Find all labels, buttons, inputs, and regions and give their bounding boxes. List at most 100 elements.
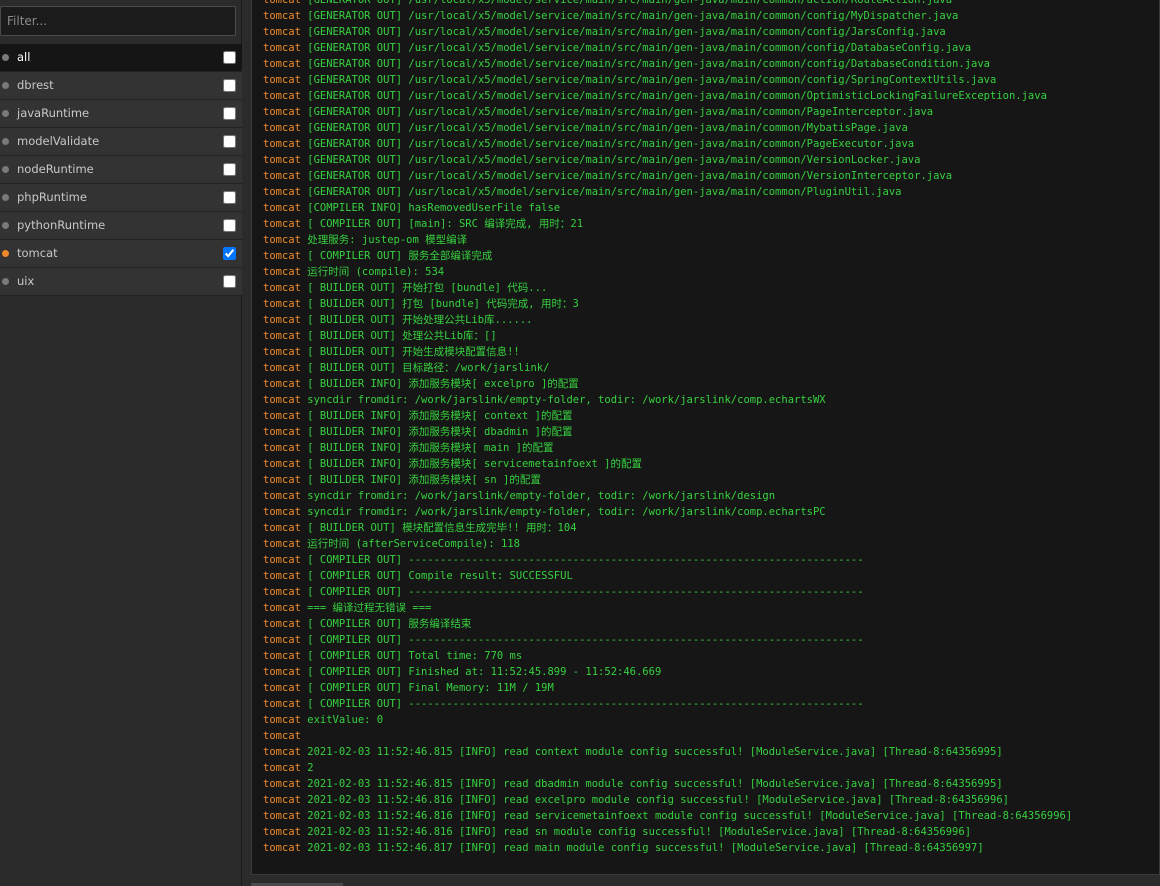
service-label: pythonRuntime	[17, 218, 106, 232]
service-item-noderuntime[interactable]: nodeRuntime	[0, 156, 242, 184]
log-source: tomcat	[263, 602, 301, 614]
log-message: [ BUILDER INFO] 添加服务模块[ dbadmin ]的配置	[307, 426, 573, 438]
service-label: uix	[17, 274, 35, 288]
log-message: [ BUILDER INFO] 添加服务模块[ context ]的配置	[307, 410, 573, 422]
log-line: tomcat [GENERATOR OUT] /usr/local/x5/mod…	[263, 88, 1153, 104]
service-checkbox[interactable]	[223, 135, 236, 148]
log-message: [ COMPILER OUT] ------------------------…	[307, 586, 864, 598]
service-checkbox[interactable]	[223, 163, 236, 176]
log-line: tomcat [ BUILDER INFO] 添加服务模块[ context ]…	[263, 408, 1153, 424]
log-line: tomcat [ BUILDER OUT] 处理公共Lib库：[]	[263, 328, 1153, 344]
log-console[interactable]: tomcat [GENERATOR OUT] /usr/local/x5/mod…	[251, 0, 1160, 875]
log-message: [GENERATOR OUT] /usr/local/x5/model/serv…	[307, 186, 902, 198]
log-source: tomcat	[263, 234, 301, 246]
log-message: syncdir fromdir: /work/jarslink/empty-fo…	[307, 394, 826, 406]
service-item-all[interactable]: all	[0, 44, 242, 72]
log-source: tomcat	[263, 378, 301, 390]
service-item-modelvalidate[interactable]: modelValidate	[0, 128, 242, 156]
log-message: [GENERATOR OUT] /usr/local/x5/model/serv…	[307, 26, 946, 38]
log-source: tomcat	[263, 362, 301, 374]
service-item-pythonruntime[interactable]: pythonRuntime	[0, 212, 242, 240]
log-line: tomcat [GENERATOR OUT] /usr/local/x5/mod…	[263, 184, 1153, 200]
status-dot-icon	[2, 194, 9, 201]
log-source: tomcat	[263, 138, 301, 150]
service-checkbox[interactable]	[223, 79, 236, 92]
filter-container	[0, 6, 242, 36]
log-message: 运行时间 (compile): 534	[307, 266, 445, 278]
log-line: tomcat [GENERATOR OUT] /usr/local/x5/mod…	[263, 0, 1153, 8]
log-source: tomcat	[263, 778, 301, 790]
service-item-phpruntime[interactable]: phpRuntime	[0, 184, 242, 212]
log-line: tomcat [ BUILDER OUT] 打包 [bundle] 代码完成, …	[263, 296, 1153, 312]
log-message: === 编译过程无错误 ===	[307, 602, 432, 614]
log-line: tomcat [ COMPILER OUT] Total time: 770 m…	[263, 648, 1153, 664]
log-message: [GENERATOR OUT] /usr/local/x5/model/serv…	[307, 106, 934, 118]
log-line: tomcat [ BUILDER OUT] 目标路径：/work/jarslin…	[263, 360, 1153, 376]
log-message: [GENERATOR OUT] /usr/local/x5/model/serv…	[307, 90, 1047, 102]
log-message: [ COMPILER OUT] ------------------------…	[307, 554, 864, 566]
service-checkbox[interactable]	[223, 275, 236, 288]
log-message: [GENERATOR OUT] /usr/local/x5/model/serv…	[307, 0, 953, 6]
log-line: tomcat exitValue: 0	[263, 712, 1153, 728]
status-dot-icon	[2, 222, 9, 229]
log-line: tomcat [GENERATOR OUT] /usr/local/x5/mod…	[263, 8, 1153, 24]
service-item-dbrest[interactable]: dbrest	[0, 72, 242, 100]
service-checkbox[interactable]	[223, 107, 236, 120]
log-line: tomcat [GENERATOR OUT] /usr/local/x5/mod…	[263, 136, 1153, 152]
service-item-javaruntime[interactable]: javaRuntime	[0, 100, 242, 128]
log-source: tomcat	[263, 0, 301, 6]
log-line: tomcat [GENERATOR OUT] /usr/local/x5/mod…	[263, 152, 1153, 168]
log-message: 2	[307, 762, 314, 774]
log-line: tomcat 2	[263, 760, 1153, 776]
log-line: tomcat [GENERATOR OUT] /usr/local/x5/mod…	[263, 40, 1153, 56]
service-checkbox[interactable]	[223, 247, 236, 260]
log-source: tomcat	[263, 522, 301, 534]
service-label: modelValidate	[17, 134, 100, 148]
log-line: tomcat 运行时间 (afterServiceCompile): 118	[263, 536, 1153, 552]
log-message: [ BUILDER INFO] 添加服务模块[ excelpro ]的配置	[307, 378, 579, 390]
filter-input[interactable]	[0, 6, 236, 36]
status-dot-icon	[2, 110, 9, 117]
log-message: [GENERATOR OUT] /usr/local/x5/model/serv…	[307, 122, 908, 134]
log-message: [ BUILDER OUT] 开始处理公共Lib库......	[307, 314, 533, 326]
log-message: [GENERATOR OUT] /usr/local/x5/model/serv…	[307, 58, 990, 70]
log-line: tomcat [ COMPILER OUT] -----------------…	[263, 584, 1153, 600]
log-source: tomcat	[263, 74, 301, 86]
log-line: tomcat [ BUILDER OUT] 开始处理公共Lib库......	[263, 312, 1153, 328]
log-source: tomcat	[263, 90, 301, 102]
log-message: [ BUILDER OUT] 开始生成模块配置信息!!	[307, 346, 520, 358]
service-checkbox[interactable]	[223, 191, 236, 204]
log-line: tomcat 2021-02-03 11:52:46.816 [INFO] re…	[263, 824, 1153, 840]
log-line: tomcat [ BUILDER INFO] 添加服务模块[ serviceme…	[263, 456, 1153, 472]
status-dot-icon	[2, 278, 9, 285]
log-source: tomcat	[263, 442, 301, 454]
log-message: [ COMPILER OUT] 服务全部编译完成	[307, 250, 493, 262]
log-line: tomcat [ BUILDER OUT] 开始打包 [bundle] 代码..…	[263, 280, 1153, 296]
log-message: syncdir fromdir: /work/jarslink/empty-fo…	[307, 506, 826, 518]
log-line: tomcat [ COMPILER OUT] -----------------…	[263, 696, 1153, 712]
log-source: tomcat	[263, 58, 301, 70]
log-message: [GENERATOR OUT] /usr/local/x5/model/serv…	[307, 170, 953, 182]
log-source: tomcat	[263, 106, 301, 118]
log-source: tomcat	[263, 330, 301, 342]
service-list: all dbrest javaRuntime modelValidate nodeRun…	[0, 44, 242, 296]
service-item-uix[interactable]: uix	[0, 268, 242, 296]
service-checkbox[interactable]	[223, 51, 236, 64]
log-source: tomcat	[263, 682, 301, 694]
log-line: tomcat 2021-02-03 11:52:46.815 [INFO] re…	[263, 744, 1153, 760]
service-item-tomcat[interactable]: tomcat	[0, 240, 242, 268]
log-source: tomcat	[263, 506, 301, 518]
log-line: tomcat [ COMPILER OUT] Compile result: S…	[263, 568, 1153, 584]
log-message: [ COMPILER OUT] ------------------------…	[307, 698, 864, 710]
log-source: tomcat	[263, 586, 301, 598]
service-label: tomcat	[17, 246, 58, 260]
log-line: tomcat 2021-02-03 11:52:46.817 [INFO] re…	[263, 840, 1153, 856]
log-source: tomcat	[263, 714, 301, 726]
service-checkbox[interactable]	[223, 219, 236, 232]
log-line: tomcat [GENERATOR OUT] /usr/local/x5/mod…	[263, 120, 1153, 136]
log-source: tomcat	[263, 250, 301, 262]
service-label: all	[17, 50, 31, 64]
log-source: tomcat	[263, 42, 301, 54]
log-message: [ BUILDER OUT] 开始打包 [bundle] 代码...	[307, 282, 548, 294]
log-source: tomcat	[263, 266, 301, 278]
